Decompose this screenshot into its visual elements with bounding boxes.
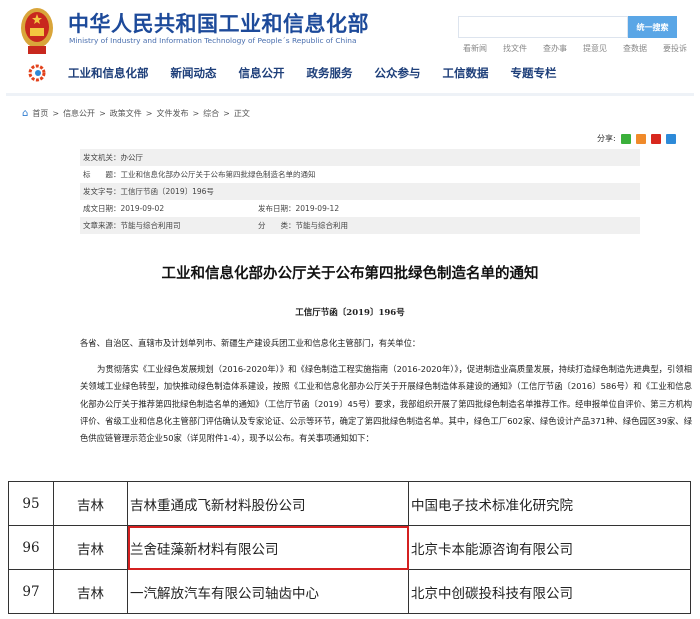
breadcrumb-item: 正文 bbox=[233, 109, 250, 118]
search-button[interactable]: 统一搜索 bbox=[628, 16, 677, 38]
meta-source: 文章来源：节能与综合利用司 bbox=[83, 221, 181, 230]
quick-link[interactable]: 查数据 bbox=[623, 43, 647, 54]
quick-link[interactable]: 提意见 bbox=[583, 43, 607, 54]
meta-category: 分 类：节能与综合利用 bbox=[258, 221, 348, 230]
cell-province: 吉林 bbox=[53, 569, 128, 614]
nav-item[interactable]: 工业和信息化部 bbox=[68, 65, 149, 81]
site-subtitle: Ministry of Industry and Information Tec… bbox=[69, 36, 357, 45]
cell-evaluator: 北京中创碳投科技有限公司 bbox=[408, 569, 691, 614]
cell-company: 吉林重通成飞新材料股份公司 bbox=[127, 481, 409, 526]
home-icon: ⌂ bbox=[22, 108, 29, 119]
site-title[interactable]: 中华人民共和国工业和信息化部 bbox=[68, 8, 369, 38]
quick-links: 看新闻 找文件 查办事 提意见 查数据 要投诉 bbox=[463, 43, 687, 54]
company-list-table: 95 吉林 吉林重通成飞新材料股份公司 中国电子技术标准化研究院 96 吉林 兰舍硅藻新材… bbox=[8, 481, 691, 614]
nav-item[interactable]: 政务服务 bbox=[307, 65, 353, 81]
quick-link[interactable]: 查办事 bbox=[543, 43, 567, 54]
breadcrumb: ⌂ 首页 > 信息公开 > 政策文件 > 文件发布 > 综合 > 正文 bbox=[22, 108, 250, 119]
cell-company: 一汽解放汽车有限公司轴齿中心 bbox=[127, 569, 409, 614]
gear-logo-icon bbox=[28, 64, 46, 82]
breadcrumb-item[interactable]: 首页 bbox=[32, 108, 48, 119]
share-bar: 分享: bbox=[597, 133, 676, 144]
nav-item[interactable]: 信息公开 bbox=[239, 65, 285, 81]
cell-evaluator: 北京卡本能源咨询有限公司 bbox=[408, 525, 691, 570]
meta-date-published: 发布日期：2019-09-12 bbox=[258, 204, 340, 213]
breadcrumb-item[interactable]: 政策文件 bbox=[110, 108, 142, 119]
pdf-icon[interactable] bbox=[650, 133, 661, 144]
quick-link[interactable]: 要投诉 bbox=[663, 43, 687, 54]
table-row: 97 吉林 一汽解放汽车有限公司轴齿中心 北京中创碳投科技有限公司 bbox=[8, 569, 691, 614]
meta-number: 发文字号：工信厅节函〔2019〕196号 bbox=[83, 187, 214, 196]
breadcrumb-item[interactable]: 信息公开 bbox=[63, 108, 95, 119]
greeting: 各省、自治区、直辖市及计划单列市、新疆生产建设兵团工业和信息化主管部门，有关单位… bbox=[80, 338, 421, 348]
doc-number: 工信厅节函〔2019〕196号 bbox=[295, 308, 405, 318]
cell-no: 97 bbox=[8, 569, 54, 614]
article-heading: 工业和信息化部办公厅关于公布第四批绿色制造名单的通知 bbox=[161, 266, 539, 282]
wechat-icon[interactable] bbox=[620, 133, 631, 144]
cell-no: 95 bbox=[8, 481, 54, 526]
breadcrumb-item[interactable]: 综合 bbox=[203, 108, 219, 119]
nav-item[interactable]: 新闻动态 bbox=[171, 65, 217, 81]
meta-date-written: 成文日期：2019-09-02 bbox=[83, 204, 165, 213]
search-input[interactable] bbox=[458, 16, 628, 38]
nav-item[interactable]: 专题专栏 bbox=[511, 65, 557, 81]
cell-company-highlighted: 兰舍硅藻新材料有限公司 bbox=[127, 525, 409, 570]
nav-item[interactable]: 公众参与 bbox=[375, 65, 421, 81]
meta-issuer: 发文机关：办公厅 bbox=[83, 153, 143, 162]
meta-title: 标 题：工业和信息化部办公厅关于公布第四批绿色制造名单的通知 bbox=[83, 170, 316, 179]
cell-province: 吉林 bbox=[53, 525, 128, 570]
cell-evaluator: 中国电子技术标准化研究院 bbox=[408, 481, 691, 526]
weibo-icon[interactable] bbox=[635, 133, 646, 144]
quick-link[interactable]: 找文件 bbox=[503, 43, 527, 54]
nav-item[interactable]: 工信数据 bbox=[443, 65, 489, 81]
quick-link[interactable]: 看新闻 bbox=[463, 43, 487, 54]
qq-icon[interactable] bbox=[665, 133, 676, 144]
cell-province: 吉林 bbox=[53, 481, 128, 526]
header-divider bbox=[6, 93, 694, 96]
national-emblem-logo bbox=[21, 8, 53, 54]
document-metadata: 发文机关：办公厅 标 题：工业和信息化部办公厅关于公布第四批绿色制造名单的通知 … bbox=[80, 149, 640, 234]
breadcrumb-item[interactable]: 文件发布 bbox=[156, 108, 188, 119]
table-row: 96 吉林 兰舍硅藻新材料有限公司 北京卡本能源咨询有限公司 bbox=[8, 525, 691, 570]
share-label: 分享: bbox=[597, 134, 616, 143]
article-paragraph: 为贯彻落实《工业绿色发展规划（2016-2020年）》和《绿色制造工程实施指南（… bbox=[80, 364, 692, 444]
main-nav: 工业和信息化部 新闻动态 信息公开 政务服务 公众参与 工信数据 专题专栏 bbox=[68, 65, 579, 81]
table-row: 95 吉林 吉林重通成飞新材料股份公司 中国电子技术标准化研究院 bbox=[8, 481, 691, 526]
cell-no: 96 bbox=[8, 525, 54, 570]
